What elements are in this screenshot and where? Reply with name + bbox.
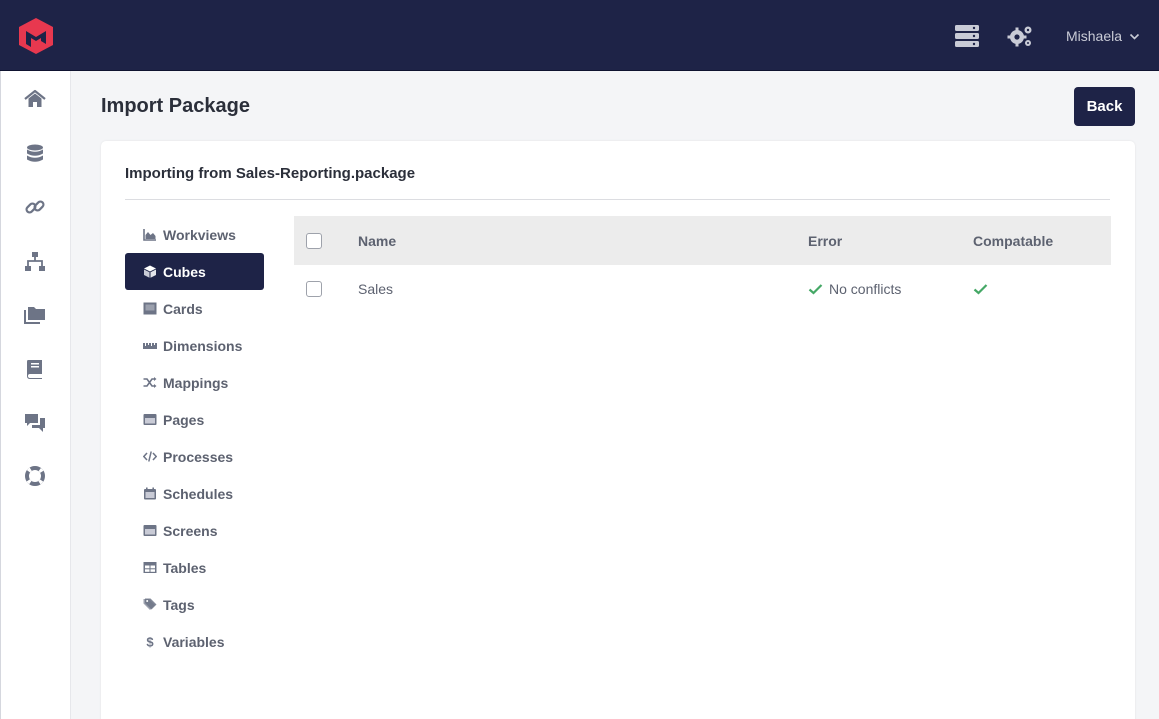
nav-item-schedules[interactable]: Schedules [125,475,264,512]
nav-label: Schedules [163,485,234,502]
nav-label: Variables [163,633,225,650]
cell-error: No conflicts [808,281,973,297]
app-logo[interactable] [18,17,54,55]
nav-item-pages[interactable]: Pages [125,401,264,438]
divider [125,199,1110,200]
nav-item-screens[interactable]: Screens [125,512,264,549]
package-type-nav: Workviews Cubes Cards Dimensions Mapping… [125,216,264,660]
nav-label: Screens [163,522,218,539]
error-text: No conflicts [829,281,902,297]
cube-icon [144,265,156,278]
chart-area-icon [143,229,156,241]
page-title: Import Package [101,95,250,117]
table-header: Name Error Compatable [294,216,1111,265]
table-row[interactable]: Sales No conflicts [294,265,1111,313]
window-icon [143,414,157,425]
book-icon[interactable] [24,358,46,380]
gears-icon[interactable] [1007,24,1033,48]
code-icon [143,451,157,462]
cubes-table: Name Error Compatable Sales No conflicts [294,216,1111,313]
random-icon [143,377,157,388]
back-button[interactable]: Back [1074,87,1135,126]
life-ring-icon[interactable] [24,465,46,487]
cell-compatible [973,283,1111,295]
nav-label: Pages [163,411,205,428]
select-all-checkbox[interactable] [306,232,322,249]
nav-item-processes[interactable]: Processes [125,438,264,475]
user-menu[interactable]: Mishaela [1066,28,1140,44]
sitemap-icon[interactable] [24,251,46,273]
import-panel: Importing from Sales-Reporting.package W… [101,141,1135,719]
nav-label: Cards [163,300,203,317]
ruler-icon [143,343,157,349]
nav-label: Tags [163,596,195,613]
comments-icon[interactable] [24,412,46,434]
link-icon[interactable] [24,196,46,218]
card-icon [143,302,157,315]
column-header-name[interactable]: Name [358,233,808,249]
svg-text:$: $ [146,635,154,648]
nav-label: Dimensions [163,337,243,354]
sidebar [0,71,71,719]
dollar-icon: $ [146,635,154,648]
cell-name: Sales [358,281,394,297]
home-icon[interactable] [24,88,46,110]
nav-item-cards[interactable]: Cards [125,290,264,327]
nav-item-workviews[interactable]: Workviews [125,216,264,253]
nav-item-cubes[interactable]: Cubes [125,253,264,290]
row-checkbox[interactable] [306,281,322,297]
check-icon [973,283,1111,295]
nav-label: Processes [163,448,234,465]
server-icon[interactable] [954,24,980,48]
nav-label: Mappings [163,374,229,391]
tags-icon [143,598,157,610]
check-icon [808,283,823,295]
nav-item-dimensions[interactable]: Dimensions [125,327,264,364]
top-bar: Mishaela [0,0,1159,71]
column-header-error[interactable]: Error [808,233,973,249]
nav-label: Cubes [163,263,206,280]
column-header-compatible[interactable]: Compatable [973,233,1111,249]
table-icon [143,562,157,573]
panel-title: Importing from Sales-Reporting.package [125,165,416,182]
calendar-icon [144,487,156,500]
folders-icon[interactable] [24,304,46,326]
window-icon [143,525,157,536]
user-name: Mishaela [1066,28,1123,44]
nav-label: Tables [163,559,207,576]
nav-item-tags[interactable]: Tags [125,586,264,623]
database-icon[interactable] [24,143,46,165]
chevron-down-icon [1129,33,1140,40]
nav-item-mappings[interactable]: Mappings [125,364,264,401]
nav-label: Workviews [163,226,236,243]
nav-item-variables[interactable]: $ Variables [125,623,264,660]
nav-item-tables[interactable]: Tables [125,549,264,586]
